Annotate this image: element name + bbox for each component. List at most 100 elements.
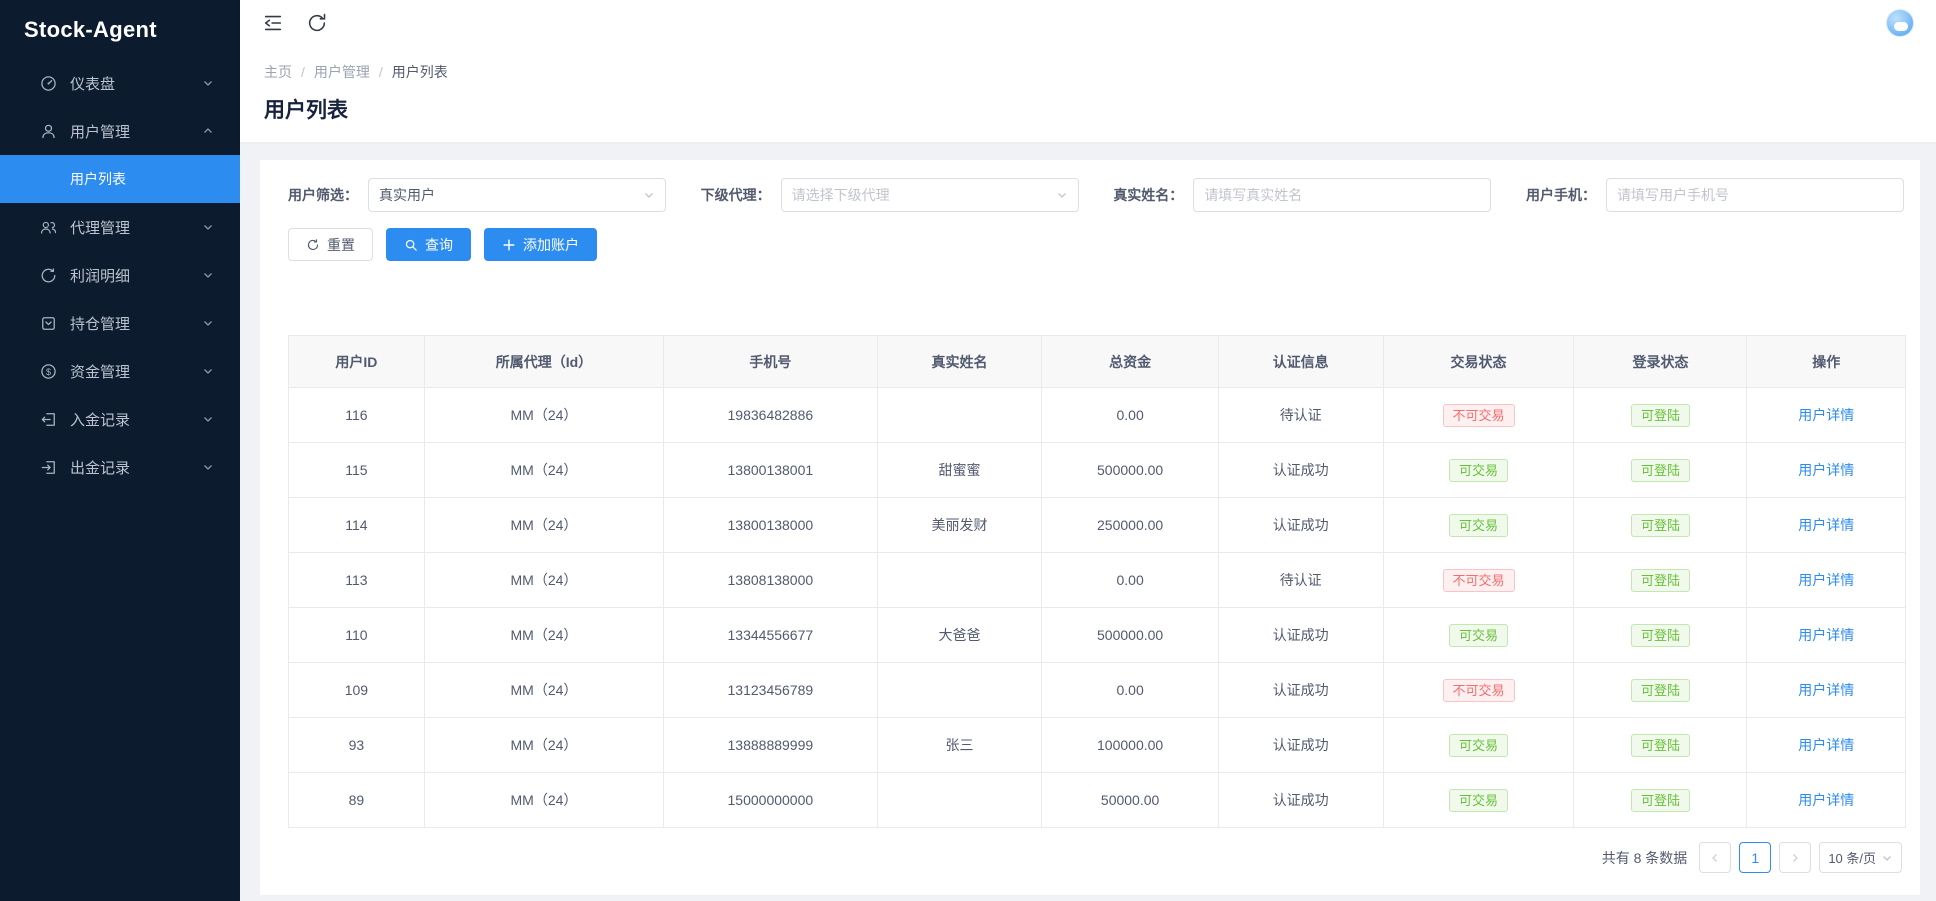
cell-trade-status: 可交易 (1383, 773, 1574, 828)
breadcrumb-item-user-management[interactable]: 用户管理 (314, 64, 370, 80)
chevron-down-icon (202, 365, 214, 377)
sidebar-item-label: 资金管理 (70, 361, 202, 382)
prev-page-button[interactable] (1699, 842, 1731, 873)
user-avatar[interactable] (1886, 9, 1914, 37)
user-detail-link[interactable]: 用户详情 (1798, 572, 1854, 588)
cell-login-status: 可登陆 (1574, 498, 1747, 553)
main-area: 主页/用户管理/用户列表 用户列表 用户筛选：真实用户下级代理：请选择下级代理真… (240, 0, 1936, 901)
cell-agent: MM（24） (424, 718, 663, 773)
sidebar-item-withdraw[interactable]: 出金记录 (0, 443, 240, 491)
sidebar-item-positions[interactable]: 持仓管理 (0, 299, 240, 347)
cell-auth-info: 待认证 (1218, 388, 1383, 443)
user-detail-link[interactable]: 用户详情 (1798, 517, 1854, 533)
cell-login-status: 可登陆 (1574, 608, 1747, 663)
column-header-phone: 手机号 (664, 336, 877, 388)
user-table: 用户ID所属代理（Id）手机号真实姓名总资金认证信息交易状态登录状态操作 116… (288, 335, 1906, 828)
sidebar-item-dashboard[interactable]: 仪表盘 (0, 59, 240, 107)
refresh-icon[interactable] (306, 12, 328, 34)
trade-status-badge: 不可交易 (1443, 404, 1515, 427)
cell-action: 用户详情 (1747, 718, 1906, 773)
chevron-down-icon (1881, 852, 1893, 864)
user-detail-link[interactable]: 用户详情 (1798, 462, 1854, 478)
chevron-right-icon (1789, 852, 1801, 864)
sidebar-item-label: 利润明细 (70, 265, 202, 286)
cell-real-name: 张三 (877, 718, 1042, 773)
cell-user-id: 89 (289, 773, 425, 828)
filter-group-phone: 用户手机： (1526, 178, 1904, 212)
select-value: 真实用户 (379, 185, 435, 205)
user-type-select[interactable]: 真实用户 (368, 178, 666, 212)
cell-login-status: 可登陆 (1574, 553, 1747, 608)
cell-phone: 13800138001 (664, 443, 877, 498)
user-detail-link[interactable]: 用户详情 (1798, 407, 1854, 423)
positions-icon (40, 315, 57, 332)
plus-icon (502, 238, 516, 252)
login-status-badge: 可登陆 (1631, 514, 1690, 537)
column-header-trade-status: 交易状态 (1383, 336, 1574, 388)
table-row: 114MM（24）13800138000美丽发财250000.00认证成功可交易… (289, 498, 1906, 553)
chevron-down-icon (202, 269, 214, 281)
cell-user-id: 115 (289, 443, 425, 498)
sidebar-item-user-list[interactable]: 用户列表 (0, 155, 240, 203)
sidebar-item-funds[interactable]: $ 资金管理 (0, 347, 240, 395)
sidebar-item-label: 代理管理 (70, 217, 202, 238)
svg-text:$: $ (46, 366, 51, 376)
sidebar-item-users[interactable]: 用户管理 (0, 107, 240, 155)
user-detail-link[interactable]: 用户详情 (1798, 737, 1854, 753)
funds-icon: $ (40, 363, 57, 380)
top-block: 主页/用户管理/用户列表 用户列表 (240, 0, 1936, 142)
reset-button[interactable]: 重置 (288, 228, 373, 261)
table-header-row: 用户ID所属代理（Id）手机号真实姓名总资金认证信息交易状态登录状态操作 (289, 336, 1906, 388)
sidebar-item-label: 入金记录 (70, 409, 202, 430)
page-number-button[interactable]: 1 (1739, 842, 1771, 873)
cell-action: 用户详情 (1747, 663, 1906, 718)
dashboard-icon (40, 75, 57, 92)
breadcrumb: 主页/用户管理/用户列表 (240, 46, 1936, 82)
sub-agent-select[interactable]: 请选择下级代理 (781, 178, 1079, 212)
cell-user-id: 109 (289, 663, 425, 718)
sidebar: Stock-Agent 仪表盘用户管理用户列表代理管理利润明细持仓管理$资金管理… (0, 0, 240, 901)
app-root: Stock-Agent 仪表盘用户管理用户列表代理管理利润明细持仓管理$资金管理… (0, 0, 1936, 901)
filter-row: 用户筛选：真实用户下级代理：请选择下级代理真实姓名：用户手机： (288, 178, 1908, 212)
user-detail-link[interactable]: 用户详情 (1798, 682, 1854, 698)
cell-phone: 13123456789 (664, 663, 877, 718)
cell-trade-status: 不可交易 (1383, 388, 1574, 443)
real-name-input[interactable] (1193, 178, 1491, 212)
cell-login-status: 可登陆 (1574, 443, 1747, 498)
breadcrumb-separator: / (301, 64, 305, 80)
breadcrumb-item-current: 用户列表 (392, 64, 448, 80)
chevron-left-icon (1709, 852, 1721, 864)
next-page-button[interactable] (1779, 842, 1811, 873)
cell-real-name: 大爸爸 (877, 608, 1042, 663)
cell-funds: 100000.00 (1042, 718, 1218, 773)
cell-agent: MM（24） (424, 388, 663, 443)
table-row: 115MM（24）13800138001甜蜜蜜500000.00认证成功可交易可… (289, 443, 1906, 498)
cell-phone: 13344556677 (664, 608, 877, 663)
cell-user-id: 116 (289, 388, 425, 443)
cell-agent: MM（24） (424, 498, 663, 553)
filter-label: 下级代理： (701, 185, 771, 205)
query-button[interactable]: 查询 (386, 228, 471, 261)
sidebar-item-deposit[interactable]: 入金记录 (0, 395, 240, 443)
menu-fold-icon[interactable] (262, 12, 284, 34)
page-size-select[interactable]: 10 条/页 (1819, 842, 1902, 873)
cell-phone: 13808138000 (664, 553, 877, 608)
chevron-down-icon (202, 413, 214, 425)
sidebar-item-agents[interactable]: 代理管理 (0, 203, 240, 251)
sidebar-item-profit[interactable]: 利润明细 (0, 251, 240, 299)
add-account-button[interactable]: 添加账户 (484, 228, 597, 261)
login-status-badge: 可登陆 (1631, 459, 1690, 482)
chevron-down-icon (1056, 189, 1068, 201)
login-status-badge: 可登陆 (1631, 569, 1690, 592)
users-icon (40, 123, 57, 140)
column-header-login-status: 登录状态 (1574, 336, 1747, 388)
cell-real-name (877, 773, 1042, 828)
user-detail-link[interactable]: 用户详情 (1798, 792, 1854, 808)
user-list-card: 用户筛选：真实用户下级代理：请选择下级代理真实姓名：用户手机： 重置查询添加账户… (260, 160, 1920, 895)
user-detail-link[interactable]: 用户详情 (1798, 627, 1854, 643)
phone-input[interactable] (1606, 178, 1904, 212)
cell-trade-status: 可交易 (1383, 608, 1574, 663)
cell-auth-info: 认证成功 (1218, 663, 1383, 718)
reset-icon (306, 238, 320, 252)
breadcrumb-item-home[interactable]: 主页 (264, 64, 292, 80)
